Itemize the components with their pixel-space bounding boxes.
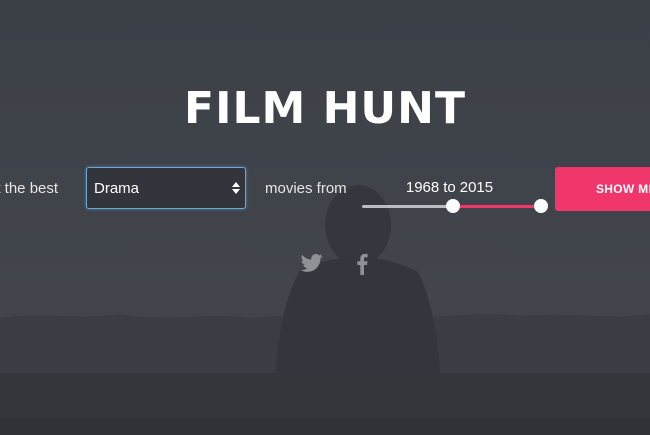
page-title: FILM HUNT <box>184 83 466 134</box>
background-silhouette <box>0 185 650 373</box>
year-from-label: 1968 <box>405 179 440 196</box>
slider-range-fill <box>453 205 541 208</box>
facebook-icon[interactable] <box>355 253 369 275</box>
year-to-label: 2015 <box>459 179 494 196</box>
twitter-icon[interactable] <box>301 253 323 273</box>
chevron-updown-icon <box>232 182 240 194</box>
year-range-slider[interactable] <box>362 198 548 216</box>
year-range-label: 1968 to 2015 <box>362 179 537 196</box>
slider-handle-to[interactable] <box>534 199 548 213</box>
footer-strip <box>0 418 650 435</box>
genre-select[interactable]: Drama <box>86 167 246 209</box>
search-lead-text: nt the best <box>0 180 59 197</box>
content-band <box>0 373 650 418</box>
range-separator: to <box>443 179 456 196</box>
slider-handle-from[interactable] <box>446 199 461 213</box>
show-me-button[interactable]: SHOW ME <box>555 167 650 211</box>
genre-select-value: Drama <box>94 180 140 197</box>
search-middle-text: movies from <box>265 180 347 197</box>
